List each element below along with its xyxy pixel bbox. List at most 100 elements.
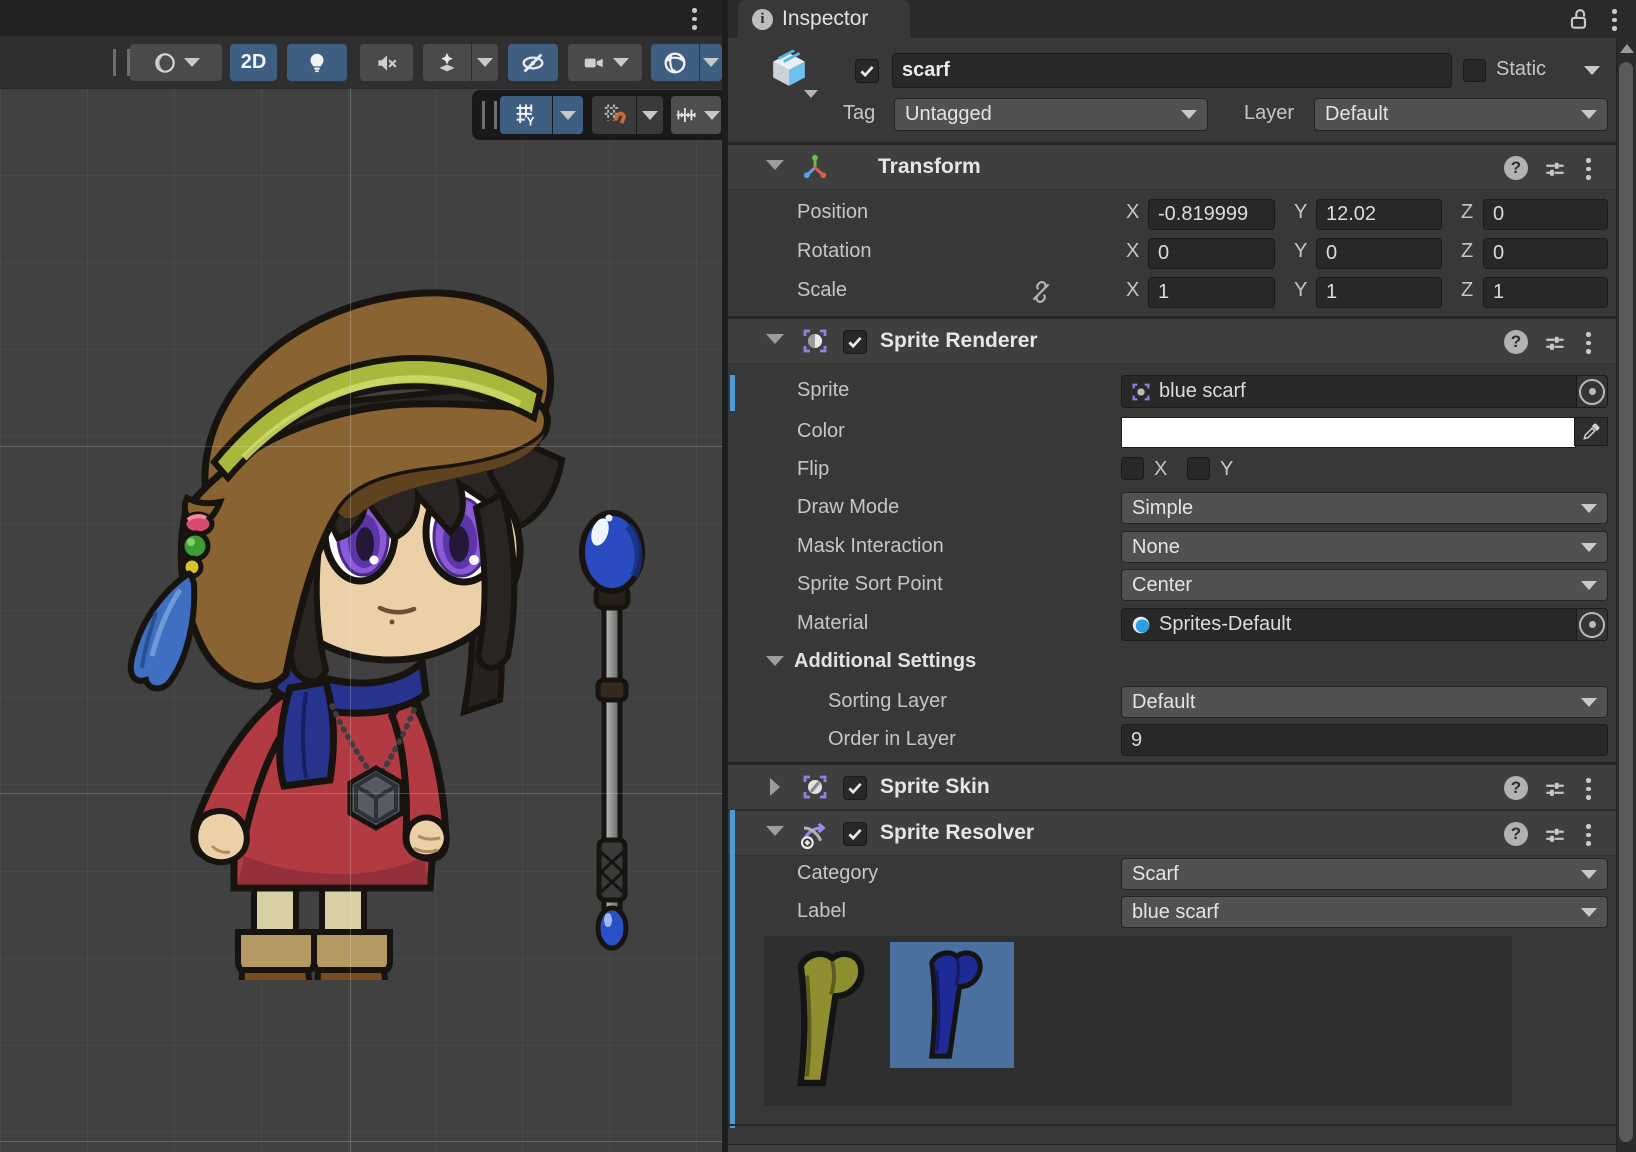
sprite-object-field[interactable]: blue scarf [1121,375,1608,408]
axis-y-label: Y [1294,201,1307,224]
gameobject-name-field[interactable]: scarf [892,53,1452,88]
object-picker-icon[interactable] [1576,609,1607,640]
help-icon[interactable]: ? [1504,776,1528,800]
order-in-layer-label: Order in Layer [828,728,956,751]
2d-toggle-button[interactable]: 2D [230,44,277,81]
thumbnail-olive-scarf[interactable] [778,944,874,1094]
help-icon[interactable]: ? [1504,330,1528,354]
draw-mode-dropdown[interactable]: Simple [1121,492,1608,524]
unlock-icon[interactable] [1566,5,1592,33]
component-kebab-icon[interactable] [1586,332,1591,354]
color-swatch[interactable] [1121,417,1576,448]
effects-star-icon [434,50,460,76]
camera-overlay-button[interactable] [568,44,642,81]
next-component-peek[interactable] [728,1144,1616,1152]
toolbar-drag-handle[interactable] [113,49,130,76]
scale-z-field[interactable]: 1 [1483,277,1608,308]
sorting-layer-dropdown[interactable]: Default [1121,686,1608,718]
grid-visibility-button[interactable]: Y [500,96,552,134]
presets-icon[interactable] [1542,776,1568,802]
grid-snapping-button[interactable] [592,96,636,134]
eyedropper-button[interactable] [1574,417,1608,446]
axis-x-label: X [1126,201,1139,224]
gameobject-name: scarf [902,59,950,82]
gizmos-dropdown-button[interactable] [700,44,722,81]
unlinked-scale-icon[interactable] [1028,279,1054,305]
scene-menu-kebab-icon[interactable] [692,8,697,30]
scale-y-field[interactable]: 1 [1316,277,1442,308]
label-dropdown[interactable]: blue scarf [1121,896,1608,928]
flip-x-checkbox[interactable] [1121,457,1144,480]
rotation-z-field[interactable]: 0 [1483,238,1608,269]
sprite-resolver-foldout[interactable] [766,826,784,836]
help-icon[interactable]: ? [1504,822,1528,846]
gizmos-button[interactable] [651,44,699,81]
info-icon: i [752,9,773,30]
rotation-x-value: 0 [1158,242,1169,265]
sprite-skin-title: Sprite Skin [880,775,990,799]
grid-toolbar-drag-handle[interactable] [482,101,497,129]
sprite-resolver-title: Sprite Resolver [880,821,1034,845]
material-value: Sprites-Default [1159,613,1291,636]
additional-settings-foldout[interactable] [766,656,784,666]
effects-dropdown-button[interactable] [472,44,498,81]
light-bulb-icon [304,50,330,76]
chevron-down-icon [642,111,658,120]
scale-x-field[interactable]: 1 [1148,277,1275,308]
component-kebab-icon[interactable] [1586,824,1591,846]
sprite-renderer-enabled-checkbox[interactable] [843,330,867,354]
flip-y-checkbox[interactable] [1187,457,1210,480]
rotation-x-field[interactable]: 0 [1148,238,1275,269]
category-dropdown[interactable]: Scarf [1121,858,1608,890]
grid-snapping-dropdown[interactable] [637,96,663,134]
static-dropdown-icon[interactable] [1584,66,1600,75]
tab-inspector[interactable]: i Inspector [738,0,910,38]
scrollbar-thumb[interactable] [1619,62,1633,1142]
tag-dropdown[interactable]: Untagged [894,98,1208,131]
chevron-down-icon [1581,504,1597,513]
object-picker-icon[interactable] [1576,376,1607,407]
position-x-value: -0.819999 [1158,203,1248,226]
transform-header[interactable] [728,144,1616,190]
material-object-field[interactable]: Sprites-Default [1121,608,1608,641]
sprite-sort-point-dropdown[interactable]: Center [1121,569,1608,601]
help-icon[interactable]: ? [1504,156,1528,180]
static-checkbox[interactable] [1463,59,1486,82]
chevron-down-icon [1581,870,1597,879]
scene-sprite-character[interactable] [92,260,652,980]
layer-dropdown[interactable]: Default [1314,98,1608,131]
sprite-renderer-foldout[interactable] [766,334,784,344]
gameobject-icon-dropdown[interactable] [804,90,818,98]
draw-mode-button[interactable] [130,44,222,81]
material-sphere-icon [1130,614,1152,636]
tab-label: Inspector [782,7,868,31]
sprite-resolver-enabled-checkbox[interactable] [843,822,867,846]
inspector-menu-kebab-icon[interactable] [1612,9,1617,31]
scrollbar-up-arrow[interactable] [1620,44,1634,53]
position-z-field[interactable]: 0 [1483,199,1608,230]
position-x-field[interactable]: -0.819999 [1148,199,1275,230]
transform-foldout[interactable] [766,160,784,170]
gameobject-enabled-checkbox[interactable] [855,59,879,83]
scene-audio-button[interactable] [360,44,413,81]
presets-icon[interactable] [1542,330,1568,356]
sprite-skin-foldout[interactable] [770,778,780,796]
presets-icon[interactable] [1542,822,1568,848]
presets-icon[interactable] [1542,156,1568,182]
sprite-sort-point-value: Center [1132,574,1192,597]
snap-increment-icon [673,102,699,128]
position-y-field[interactable]: 12.02 [1316,199,1442,230]
mask-interaction-dropdown[interactable]: None [1121,531,1608,563]
thumbnail-blue-scarf-selected[interactable] [890,942,1014,1068]
order-in-layer-field[interactable]: 9 [1121,724,1608,756]
component-kebab-icon[interactable] [1586,158,1591,180]
axis-z-label: Z [1461,240,1473,263]
effects-button[interactable] [423,44,471,81]
rotation-y-field[interactable]: 0 [1316,238,1442,269]
hidden-objects-button[interactable] [508,44,558,81]
scene-lighting-button[interactable] [287,44,347,81]
sprite-skin-enabled-checkbox[interactable] [843,776,867,800]
component-kebab-icon[interactable] [1586,778,1591,800]
snap-increment-button[interactable] [671,96,721,134]
grid-visibility-dropdown[interactable] [553,96,583,134]
